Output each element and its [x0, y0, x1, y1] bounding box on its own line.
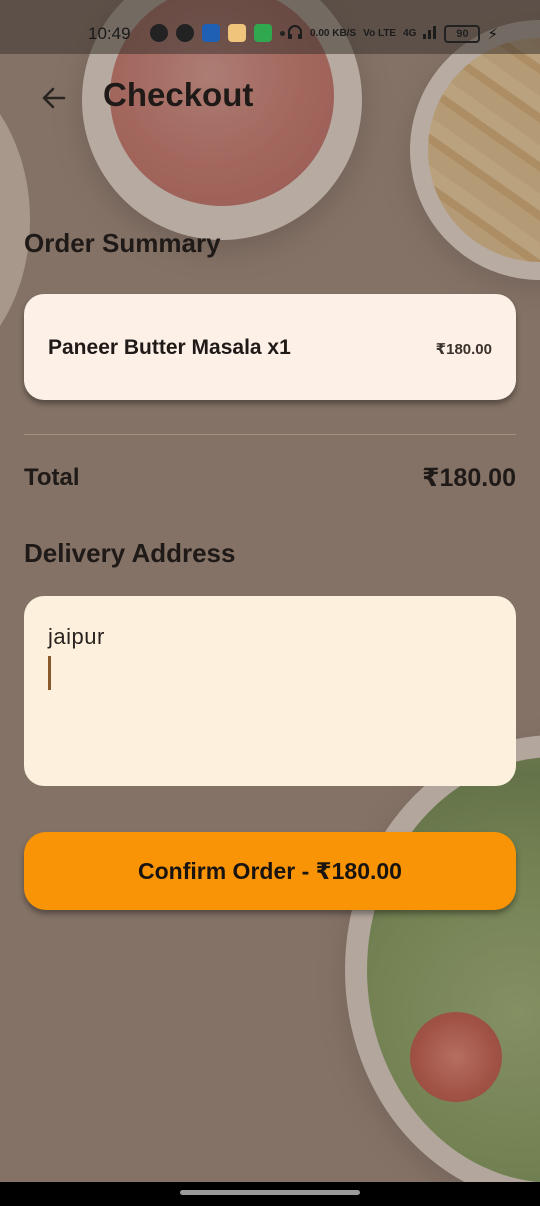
order-item-name: Paneer Butter Masala x1 [48, 336, 291, 359]
order-item-card: Paneer Butter Masala x1 ₹180.00 [24, 294, 516, 400]
back-button[interactable] [34, 78, 74, 118]
order-item-price: ₹180.00 [435, 341, 492, 358]
signal-indicator: 4G [403, 28, 417, 39]
navigation-bar [0, 1182, 540, 1206]
delivery-address-title: Delivery Address [24, 538, 236, 568]
text-cursor [48, 656, 51, 690]
home-gesture-handle[interactable] [180, 1190, 360, 1195]
checkout-screen: 10:49 0.00 KB/S Vo LTE 4G 90 ⚡ Checkout … [0, 0, 540, 1206]
network-speed: 0.00 KB/S [310, 28, 357, 39]
notification-icons [150, 24, 285, 42]
charging-icon: ⚡ [487, 25, 498, 43]
snapchat-icon [176, 24, 194, 42]
divider [24, 434, 516, 435]
battery-indicator: 90 [444, 24, 481, 43]
system-icons: 0.00 KB/S Vo LTE 4G 90 ⚡ [287, 24, 498, 43]
whatsapp-icon [150, 24, 168, 42]
page-title: Checkout [103, 76, 254, 113]
order-summary-title: Order Summary [24, 228, 221, 258]
signal-bars-icon [423, 25, 437, 42]
shield-icon [254, 24, 272, 42]
volte-indicator: Vo LTE [363, 28, 397, 39]
total-label: Total [24, 464, 80, 491]
status-time: 10:49 [88, 24, 131, 43]
confirm-order-button[interactable]: Confirm Order - ₹180.00 [24, 832, 516, 910]
delivery-address-input[interactable]: jaipur [24, 596, 516, 786]
headphones-icon [287, 24, 303, 43]
face-icon [228, 24, 246, 42]
total-value: ₹180.00 [422, 464, 516, 492]
status-bar: 10:49 0.00 KB/S Vo LTE 4G 90 ⚡ [0, 0, 540, 54]
more-notifications-dot [280, 30, 285, 36]
arrow-left-icon [42, 87, 66, 109]
app-icon [202, 24, 220, 42]
delivery-address-value: jaipur [48, 624, 105, 649]
